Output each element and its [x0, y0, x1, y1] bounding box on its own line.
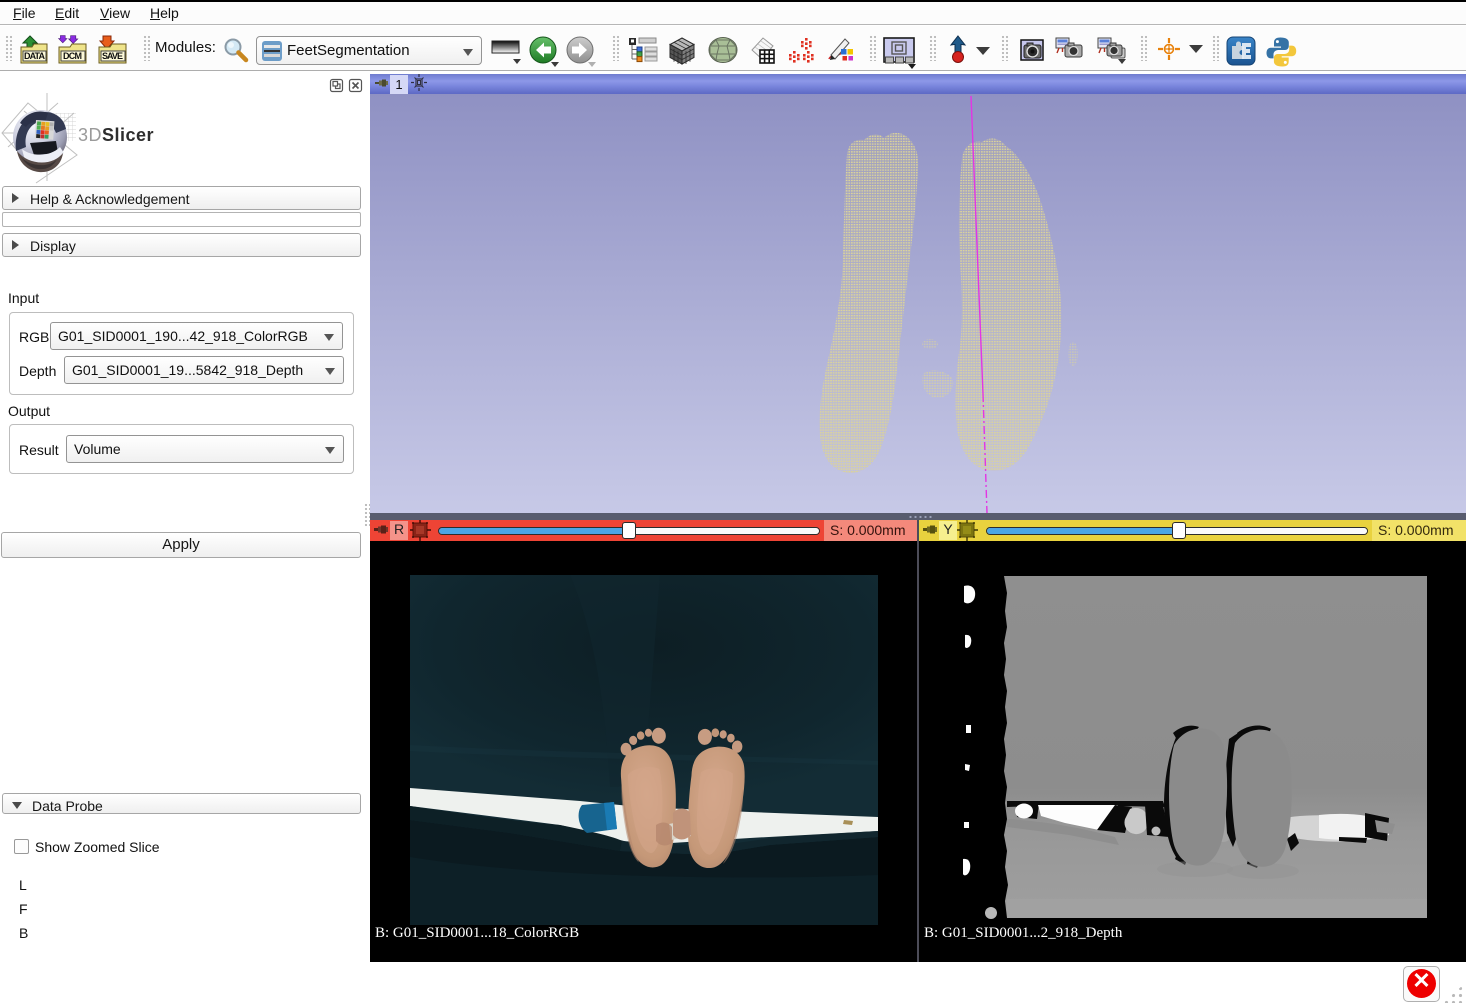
- svg-text:SAVE: SAVE: [102, 51, 123, 61]
- svg-text:DATA: DATA: [24, 51, 46, 61]
- svg-text:DCM: DCM: [63, 51, 82, 61]
